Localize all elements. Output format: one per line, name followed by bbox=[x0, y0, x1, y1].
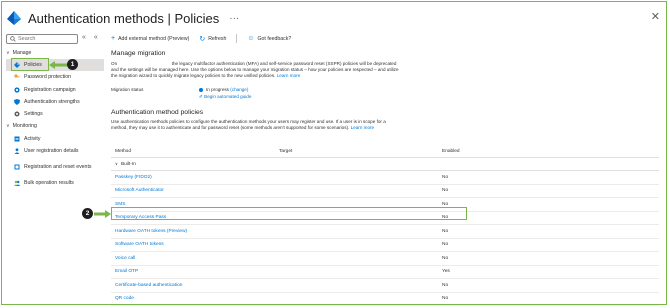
close-icon[interactable]: ✕ bbox=[651, 10, 660, 23]
chevron-down-icon: ∨ bbox=[6, 123, 10, 130]
sidebar-item-registration-reset-events[interactable]: Registration and reset events bbox=[6, 157, 104, 177]
page-header: Authentication methods | Policies ··· bbox=[6, 8, 239, 28]
bulk-users-icon bbox=[14, 181, 20, 187]
enabled-cell: No bbox=[442, 174, 449, 180]
callout-arrow-1-icon bbox=[49, 61, 67, 69]
table-row[interactable]: Voice call No bbox=[111, 252, 659, 266]
add-external-method-button[interactable]: + Add external method (Preview) bbox=[111, 35, 189, 42]
chevron-down-icon: ∨ bbox=[6, 50, 10, 56]
shield-icon bbox=[14, 99, 20, 106]
enabled-cell: No bbox=[442, 188, 449, 194]
enabled-cell: No bbox=[442, 296, 449, 302]
method-link[interactable]: Hardware OATH tokens (Preview) bbox=[115, 229, 187, 234]
feedback-button[interactable]: ☺ Got feedback? bbox=[247, 35, 291, 42]
table-row[interactable]: Passkey (FIDO2) No bbox=[111, 171, 659, 185]
activity-icon bbox=[14, 136, 20, 142]
toolbar-divider bbox=[236, 34, 238, 43]
migration-description: On the legacy multifactor authentication… bbox=[111, 61, 399, 79]
plus-icon: + bbox=[111, 35, 116, 42]
entra-logo-icon bbox=[7, 11, 21, 25]
sidebar-item-user-registration-details[interactable]: User registration details bbox=[6, 145, 104, 157]
callout-badge-2: 2 bbox=[82, 208, 93, 219]
policies-learn-more-link[interactable]: Learn more bbox=[351, 125, 375, 130]
sidebar-item-password-protection[interactable]: Password protection bbox=[6, 71, 104, 83]
refresh-icon: ↻ bbox=[199, 35, 206, 43]
policies-heading: Authentication method policies bbox=[111, 109, 204, 116]
enabled-cell: No bbox=[442, 282, 449, 288]
table-row[interactable]: QR code No bbox=[111, 293, 659, 306]
migration-heading: Manage migration bbox=[111, 50, 166, 57]
group-built-in[interactable]: ∨ Built-In bbox=[111, 158, 659, 171]
column-header-enabled[interactable]: Enabled bbox=[442, 149, 460, 154]
change-status-link[interactable]: (change) bbox=[230, 87, 248, 92]
sidebar-section-monitoring[interactable]: ∨ Monitoring bbox=[6, 120, 104, 132]
table-row[interactable]: Hardware OATH tokens (Preview) No bbox=[111, 225, 659, 239]
callout-badge-1: 1 bbox=[67, 59, 78, 70]
collapse-menu-button[interactable]: « bbox=[82, 34, 86, 41]
migration-status-label: Migration status bbox=[111, 87, 144, 92]
migration-learn-more-link[interactable]: Learn more bbox=[277, 73, 301, 78]
column-header-target[interactable]: Target bbox=[279, 149, 292, 154]
gear-icon bbox=[14, 111, 20, 117]
enabled-cell: No bbox=[442, 228, 449, 234]
policies-description: Use authentication methods policies to c… bbox=[111, 119, 386, 131]
method-link[interactable]: Software OATH tokens bbox=[115, 242, 164, 247]
enabled-cell: No bbox=[442, 201, 449, 207]
sidebar-item-registration-campaign[interactable]: Registration campaign bbox=[6, 84, 104, 96]
method-link[interactable]: Microsoft Authenticator bbox=[115, 188, 164, 193]
more-options-button[interactable]: ··· bbox=[229, 13, 239, 24]
page-title: Authentication methods | Policies bbox=[28, 10, 220, 26]
method-link[interactable]: Certificate-based authentication bbox=[115, 283, 182, 288]
campaign-icon bbox=[14, 87, 20, 93]
method-link[interactable]: Passkey (FIDO2) bbox=[115, 175, 152, 180]
sidebar-search[interactable] bbox=[6, 34, 78, 44]
key-icon bbox=[14, 74, 20, 79]
sidebar-item-settings[interactable]: Settings bbox=[6, 108, 104, 120]
method-link[interactable]: Voice call bbox=[115, 256, 135, 261]
search-input[interactable] bbox=[16, 36, 76, 42]
method-link[interactable]: Email OTP bbox=[115, 269, 138, 274]
in-progress-icon bbox=[199, 87, 203, 92]
enabled-cell: No bbox=[442, 255, 449, 261]
callout-arrow-2-icon bbox=[94, 210, 111, 218]
command-bar: + Add external method (Preview) ↻ Refres… bbox=[111, 33, 301, 44]
methods-table: Method Target Enabled ∨ Built-In Passkey … bbox=[111, 145, 659, 306]
migration-status-value: In progress (change) bbox=[199, 87, 248, 92]
callout-highlight-policies bbox=[11, 58, 49, 71]
sidebar-item-bulk-operation-results[interactable]: Bulk operation results bbox=[6, 177, 104, 189]
enabled-cell: No bbox=[442, 242, 449, 248]
sidebar-item-authentication-strengths[interactable]: Authentication strengths bbox=[6, 96, 104, 108]
callout-highlight-temporary-access-pass bbox=[111, 207, 467, 220]
refresh-button[interactable]: ↻ Refresh bbox=[199, 35, 226, 43]
method-link[interactable]: SMS bbox=[115, 202, 125, 207]
events-icon bbox=[14, 164, 20, 170]
table-row[interactable]: Certificate-based authentication No bbox=[111, 279, 659, 293]
method-link[interactable]: QR code bbox=[115, 296, 134, 301]
chevron-down-icon: ∨ bbox=[115, 161, 118, 166]
enabled-cell: Yes bbox=[442, 269, 450, 275]
guide-icon: ✐ bbox=[199, 94, 203, 99]
table-row[interactable]: Software OATH tokens No bbox=[111, 239, 659, 252]
collapse-pane-button[interactable]: « bbox=[94, 34, 98, 41]
table-header: Method Target Enabled bbox=[111, 145, 659, 158]
begin-automated-guide-link[interactable]: ✐ Begin automated guide bbox=[199, 94, 251, 100]
feedback-icon: ☺ bbox=[247, 35, 255, 42]
redacted-date bbox=[118, 61, 171, 66]
sidebar-item-activity[interactable]: Activity bbox=[6, 132, 104, 144]
user-icon bbox=[14, 148, 20, 154]
table-row[interactable]: Email OTP Yes bbox=[111, 266, 659, 279]
table-row[interactable]: Microsoft Authenticator No bbox=[111, 185, 659, 198]
column-header-method[interactable]: Method bbox=[115, 149, 131, 154]
